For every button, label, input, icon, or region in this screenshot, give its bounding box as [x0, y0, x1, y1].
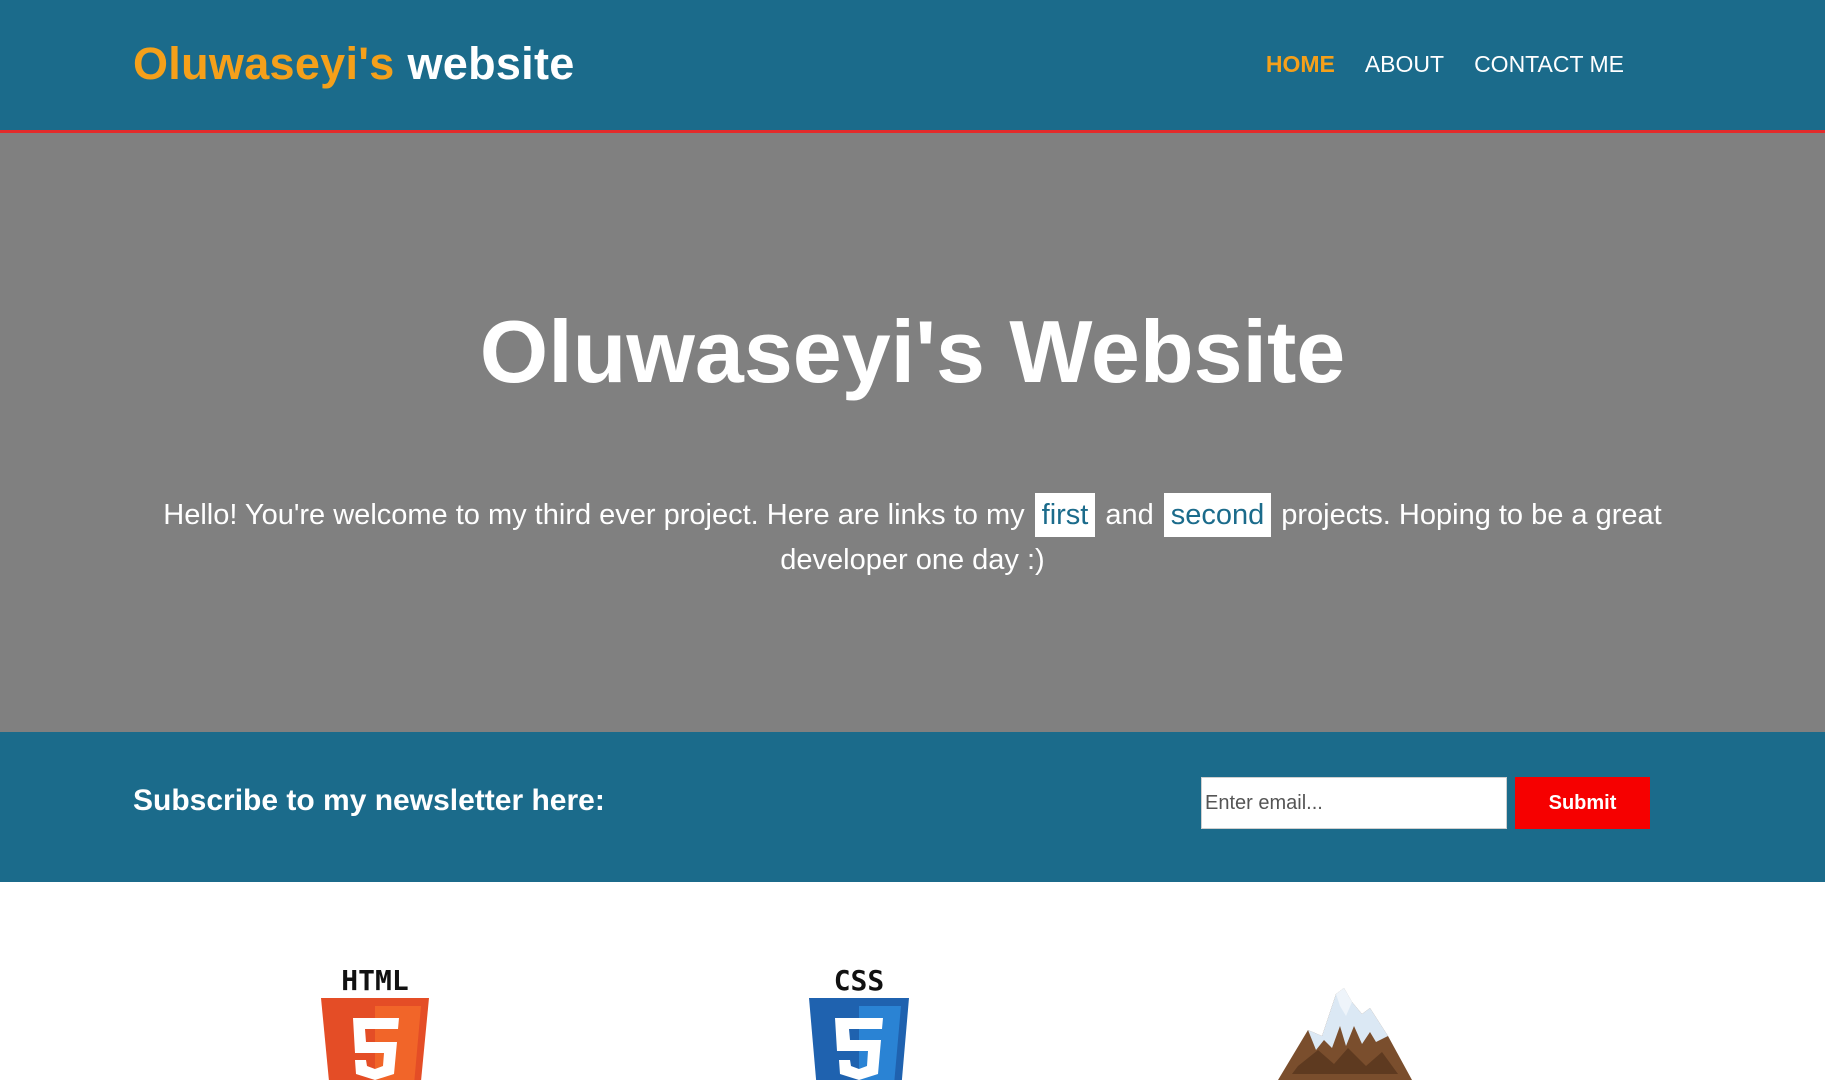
nav-contact[interactable]: CONTACT ME	[1474, 51, 1624, 78]
hero-section: Oluwaseyi's Website Hello! You're welcom…	[0, 133, 1825, 732]
nav-home[interactable]: HOME	[1266, 51, 1335, 78]
hero-text-before: Hello! You're welcome to my third ever p…	[163, 499, 1025, 531]
site-logo[interactable]: Oluwaseyi's website	[133, 38, 575, 90]
logo-highlight: Oluwaseyi's	[133, 38, 395, 89]
css3-logo-icon: CSS	[807, 962, 911, 1080]
newsletter-form: Submit	[1201, 777, 1650, 829]
hero-title: Oluwaseyi's Website	[479, 302, 1346, 401]
mountain-logo-icon	[1278, 986, 1412, 1080]
html5-logo-icon: HTML	[317, 962, 433, 1080]
tech-logos-section: HTML CSS	[0, 882, 1825, 1080]
second-project-link[interactable]: second	[1163, 493, 1272, 537]
first-project-link[interactable]: first	[1034, 493, 1096, 537]
nav-about[interactable]: ABOUT	[1365, 51, 1444, 78]
hero-intro: Hello! You're welcome to my third ever p…	[133, 493, 1692, 583]
hero-text-and: and	[1105, 499, 1154, 531]
newsletter-section: Subscribe to my newsletter here: Submit	[0, 732, 1825, 882]
newsletter-heading: Subscribe to my newsletter here:	[133, 784, 605, 817]
site-header: Oluwaseyi's website HOME ABOUT CONTACT M…	[0, 0, 1825, 133]
html-logo-label: HTML	[341, 964, 408, 997]
logo-rest: website	[394, 38, 575, 89]
main-nav: HOME ABOUT CONTACT ME	[1266, 51, 1624, 78]
email-input[interactable]	[1201, 777, 1507, 829]
submit-button[interactable]: Submit	[1515, 777, 1650, 829]
css-logo-label: CSS	[834, 964, 885, 997]
